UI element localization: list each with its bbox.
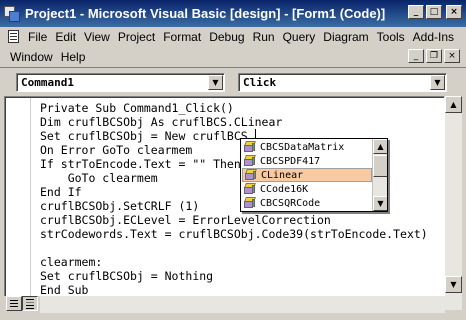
- scroll-down-button[interactable]: ▼: [445, 276, 462, 293]
- close-button[interactable]: ×: [446, 5, 462, 19]
- minimize-button[interactable]: _: [408, 5, 424, 19]
- code-line-text[interactable]: Set cruflBCSObj = New cruflBCS.: [40, 129, 255, 143]
- autocomplete-scroll-down[interactable]: ▼: [373, 196, 387, 211]
- object-combo[interactable]: Command1 ▼: [16, 73, 225, 92]
- title-buttons: _ □ ×: [408, 5, 462, 19]
- autocomplete-item-label: CLinear: [261, 169, 304, 181]
- object-dropdown-icon[interactable]: ▼: [208, 75, 223, 90]
- mdi-buttons: _ ❐ ×: [408, 49, 460, 63]
- code-line[interactable]: clearmem:: [40, 255, 428, 269]
- autocomplete-item[interactable]: CBCSDataMatrix: [242, 140, 372, 154]
- menu-edit[interactable]: Edit: [51, 30, 80, 44]
- code-line[interactable]: Set cruflBCSObj = Nothing: [40, 269, 428, 283]
- object-combo-value: Command1: [21, 76, 74, 89]
- autocomplete-item-label: CBCSPDF417: [260, 155, 321, 167]
- menu-row-2: Window Help: [0, 47, 89, 67]
- mdi-minimize-button[interactable]: _: [408, 49, 424, 63]
- menu-add-ins[interactable]: Add-Ins: [409, 30, 458, 44]
- procedure-combo[interactable]: Click ▼: [238, 73, 447, 92]
- menu-run[interactable]: Run: [249, 30, 279, 44]
- code-window-icon[interactable]: [6, 29, 22, 45]
- code-line[interactable]: Dim cruflBCSObj As cruflBCS.CLinear: [40, 115, 428, 129]
- code-line[interactable]: cruflBCSObj.ECLevel = ErrorLevelCorrecti…: [40, 213, 428, 227]
- horizontal-scrollbar[interactable]: [40, 296, 445, 313]
- maximize-button[interactable]: □: [426, 5, 442, 19]
- scroll-up-button[interactable]: ▲: [445, 96, 462, 113]
- mdi-close-button[interactable]: ×: [444, 49, 460, 63]
- class-cube-icon: [245, 169, 257, 181]
- autocomplete-scroll-thumb[interactable]: [373, 155, 387, 177]
- autocomplete-item[interactable]: CCode16K: [242, 182, 372, 196]
- autocomplete-item-label: CBCSQRCode: [260, 197, 321, 209]
- autocomplete-scrollbar[interactable]: ▲ ▼: [372, 139, 387, 211]
- class-cube-icon: [244, 141, 256, 153]
- autocomplete-list[interactable]: CBCSDataMatrix CBCSPDF417 CLinear CCode1…: [240, 138, 388, 212]
- code-line[interactable]: strCodewords.Text = cruflBCSObj.Code39(s…: [40, 227, 428, 241]
- menu-window[interactable]: Window: [6, 50, 57, 64]
- class-cube-icon: [244, 183, 256, 195]
- title-bar[interactable]: Project1 - Microsoft Visual Basic [desig…: [0, 0, 466, 27]
- autocomplete-item-label: CBCSDataMatrix: [260, 141, 345, 153]
- menu-diagram[interactable]: Diagram: [319, 30, 372, 44]
- vb-project-icon[interactable]: [4, 5, 20, 22]
- code-line[interactable]: Private Sub Command1_Click(): [40, 101, 428, 115]
- autocomplete-item[interactable]: CBCSQRCode: [242, 196, 372, 210]
- autocomplete-scroll-up[interactable]: ▲: [373, 139, 387, 154]
- procedure-view-button[interactable]: [6, 296, 22, 311]
- vertical-scrollbar[interactable]: ▲ ▼: [445, 96, 462, 310]
- procedure-combo-value: Click: [243, 76, 277, 89]
- menu-format[interactable]: Format: [159, 30, 205, 44]
- code-line[interactable]: [40, 241, 428, 255]
- menu-row-1: File Edit View Project Format Debug Run …: [0, 27, 458, 47]
- code-line[interactable]: End Sub: [40, 283, 428, 297]
- menu-bar: File Edit View Project Format Debug Run …: [0, 27, 466, 67]
- window-title: Project1 - Microsoft Visual Basic [desig…: [25, 6, 386, 21]
- autocomplete-item-label: CCode16K: [260, 183, 309, 195]
- code-window: Command1 ▼ Click ▼ Private Sub Command1_…: [0, 67, 466, 320]
- full-module-view-button[interactable]: [22, 296, 38, 311]
- autocomplete-item[interactable]: CBCSPDF417: [242, 154, 372, 168]
- menu-help[interactable]: Help: [57, 50, 90, 64]
- class-cube-icon: [244, 197, 256, 209]
- menu-project[interactable]: Project: [114, 30, 159, 44]
- menu-tools[interactable]: Tools: [373, 30, 409, 44]
- autocomplete-item-selected[interactable]: CLinear: [242, 168, 372, 182]
- menu-view[interactable]: View: [80, 30, 114, 44]
- code-window-footer: [4, 296, 445, 313]
- menu-debug[interactable]: Debug: [205, 30, 248, 44]
- menu-query[interactable]: Query: [279, 30, 320, 44]
- mdi-restore-button[interactable]: ❐: [426, 49, 442, 63]
- menu-file[interactable]: File: [24, 30, 51, 44]
- margin-indicator-bar[interactable]: [6, 98, 31, 309]
- class-cube-icon: [244, 155, 256, 167]
- procedure-dropdown-icon[interactable]: ▼: [430, 75, 445, 90]
